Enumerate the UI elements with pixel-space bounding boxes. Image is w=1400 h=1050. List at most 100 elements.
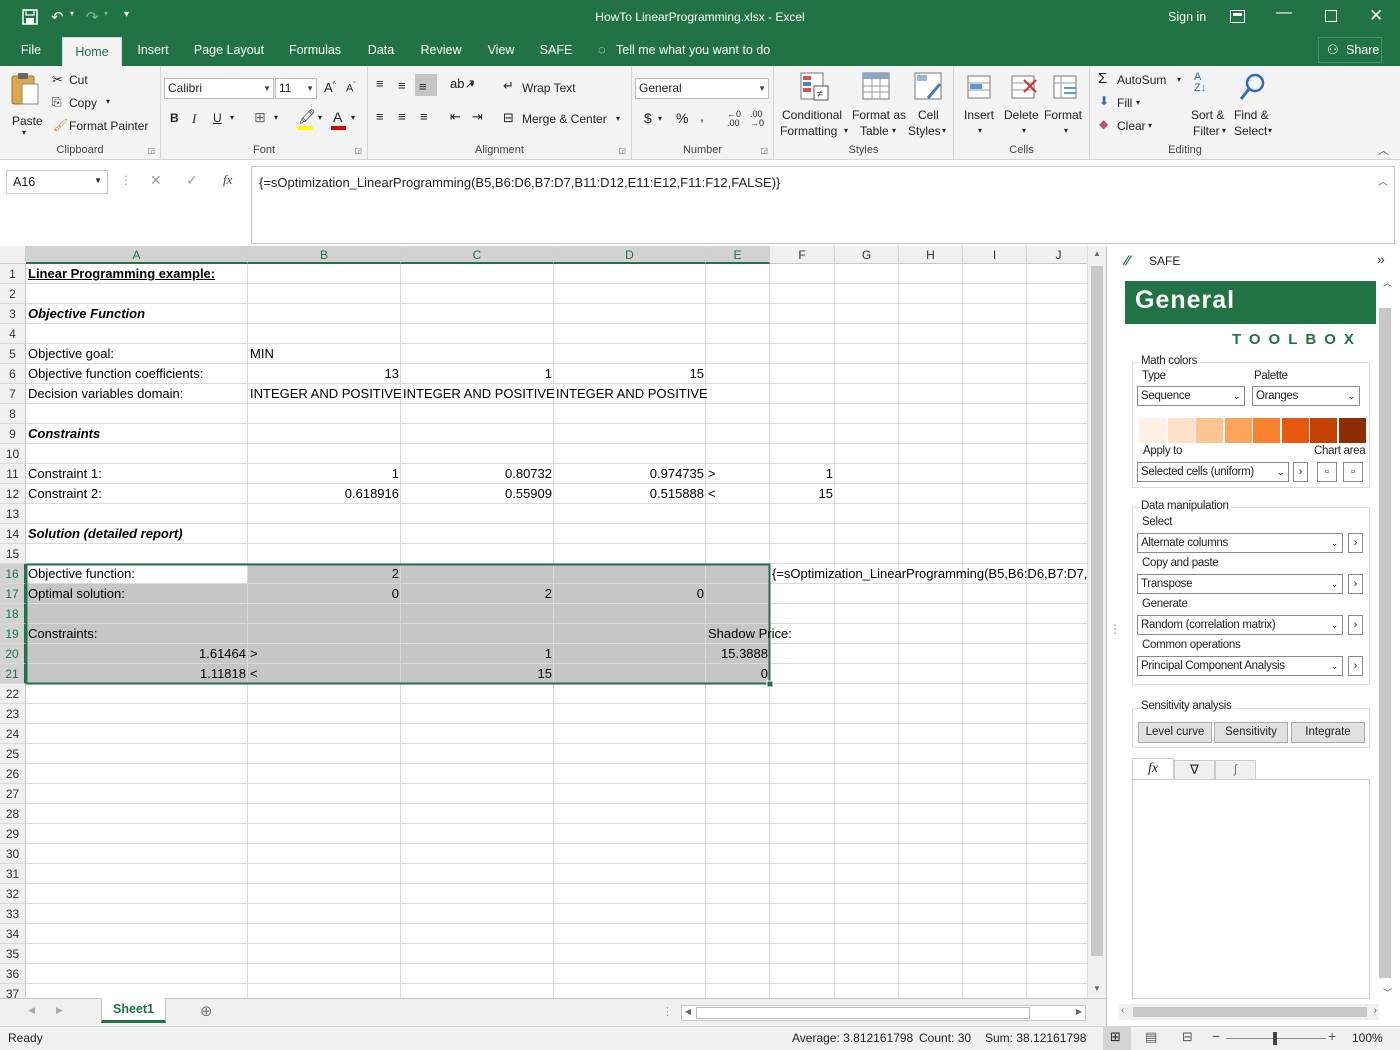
cut-button[interactable]: Cut — [69, 73, 88, 87]
cell-c6[interactable]: 1 — [401, 364, 554, 384]
cell-a12[interactable]: Constraint 2: — [26, 484, 104, 504]
chart-area-button-2[interactable]: ▫ — [1343, 462, 1363, 482]
font-size-combo[interactable]: 11 ▼ — [275, 78, 317, 99]
fx-tab-icon[interactable]: fx — [1132, 758, 1174, 779]
row-header-7[interactable]: 7 — [0, 384, 26, 404]
row-header-17[interactable]: 17 — [0, 584, 26, 604]
dialog-launcher-icon[interactable]: ◲ — [147, 146, 155, 155]
insert-function-icon[interactable]: fx — [223, 172, 232, 188]
sort-filter-button[interactable]: A Z↓ Sort & Filter ▾ — [1190, 70, 1230, 140]
worksheet-grid[interactable]: A B C D E F G H I J 1 2 3 4 5 6 7 8 9 10 11 12 13 14 15 16 17 18 19 2… — [0, 246, 1087, 998]
bold-icon[interactable]: B — [170, 111, 179, 125]
sheet-tab-sheet1[interactable]: Sheet1 — [101, 998, 166, 1023]
function-output-area[interactable] — [1132, 779, 1370, 999]
cell-a21[interactable]: 1.11818 — [26, 664, 248, 684]
zoom-level[interactable]: 100% — [1352, 1031, 1383, 1045]
insert-cells-button[interactable]: Insert ▾ — [958, 70, 1000, 140]
formula-input[interactable]: {=sOptimization_LinearProgramming(B5,B6:… — [251, 166, 1395, 244]
cell-d11[interactable]: 0.974735 — [554, 464, 706, 484]
horizontal-scrollbar[interactable]: ◀ ▶ — [681, 1005, 1086, 1021]
zoom-in-icon[interactable]: + — [1328, 1028, 1336, 1044]
borders-icon[interactable]: ⊞ — [254, 109, 266, 126]
cell-f11[interactable]: 1 — [770, 464, 835, 484]
cell-c12[interactable]: 0.55909 — [401, 484, 554, 504]
ribbon-display-icon[interactable] — [1230, 10, 1245, 23]
font-name-combo[interactable]: Calibri ▼ — [164, 78, 274, 99]
scroll-right-icon[interactable]: › — [1374, 1005, 1377, 1016]
cell-c11[interactable]: 0.80732 — [401, 464, 554, 484]
shrink-font-icon[interactable]: Aˇ — [346, 82, 356, 95]
share-button[interactable]: ⚇ Share — [1318, 37, 1382, 63]
row-header-8[interactable]: 8 — [0, 404, 26, 424]
integral-tab-icon[interactable]: ∫ — [1215, 760, 1256, 779]
cell-d7[interactable]: INTEGER AND POSITIVE — [554, 384, 710, 404]
cell-d17[interactable]: 0 — [554, 584, 706, 604]
new-sheet-icon[interactable]: ⊕ — [200, 1002, 213, 1020]
cell-f12[interactable]: 15 — [770, 484, 835, 504]
copy-button[interactable]: Copy — [69, 96, 97, 110]
row-header-16[interactable]: 16 — [0, 564, 26, 584]
hscroll-thumb[interactable] — [696, 1007, 1030, 1019]
row-header-11[interactable]: 11 — [0, 464, 26, 484]
cell-b17[interactable]: 0 — [248, 584, 401, 604]
page-break-view-icon[interactable]: ⊟ — [1182, 1029, 1193, 1045]
row-header-34[interactable]: 34 — [0, 924, 26, 944]
apply-to-select[interactable]: Selected cells (uniform) ⌄ — [1137, 462, 1289, 482]
pane-hscroll-thumb[interactable] — [1133, 1007, 1367, 1017]
dialog-launcher-icon[interactable]: ◲ — [618, 146, 626, 155]
align-middle-icon[interactable]: ≡ — [398, 78, 406, 93]
select-combo[interactable]: Alternate columns ⌄ — [1137, 533, 1343, 553]
number-format-combo[interactable]: General ▼ — [635, 78, 769, 99]
cell-styles-button[interactable]: Cell Styles ▾ — [906, 70, 952, 140]
cell-a9[interactable]: Constraints — [26, 424, 102, 444]
row-header-18[interactable]: 18 — [0, 604, 26, 624]
comma-icon[interactable]: , — [700, 108, 704, 124]
row-header-23[interactable]: 23 — [0, 704, 26, 724]
cancel-icon[interactable]: ✕ — [150, 172, 162, 189]
cell-b20[interactable]: > — [248, 644, 260, 664]
row-header-25[interactable]: 25 — [0, 744, 26, 764]
row-header-32[interactable]: 32 — [0, 884, 26, 904]
paste-button[interactable]: Paste ▾ — [6, 72, 46, 137]
collapse-formula-icon[interactable]: ︿ — [1378, 173, 1388, 188]
cell-a7[interactable]: Decision variables domain: — [26, 384, 185, 404]
align-center-icon[interactable]: ≡ — [398, 109, 406, 124]
grow-font-icon[interactable]: A^ — [324, 80, 336, 95]
format-cells-button[interactable]: Format ▾ — [1044, 70, 1088, 140]
cell-a19[interactable]: Constraints: — [26, 624, 99, 644]
column-header-g[interactable]: G — [835, 246, 899, 264]
cell-d12[interactable]: 0.515888 — [554, 484, 706, 504]
cell-c17[interactable]: 2 — [401, 584, 554, 604]
sensitivity-button[interactable]: Sensitivity — [1214, 722, 1288, 743]
pane-splitter-grip-icon[interactable]: ⋮ — [1109, 622, 1121, 636]
row-header-6[interactable]: 6 — [0, 364, 26, 384]
align-right-icon[interactable]: ≡ — [420, 109, 428, 124]
row-header-4[interactable]: 4 — [0, 324, 26, 344]
autosum-dropdown-icon[interactable]: ▾ — [1177, 75, 1181, 84]
merge-center-button[interactable]: Merge & Center — [522, 112, 607, 126]
row-header-21[interactable]: 21 — [0, 664, 26, 684]
dialog-launcher-icon[interactable]: ◲ — [760, 146, 768, 155]
column-header-e[interactable]: E — [706, 246, 770, 264]
generate-combo[interactable]: Random (correlation matrix) ⌄ — [1137, 615, 1343, 635]
row-header-1[interactable]: 1 — [0, 264, 26, 284]
select-go-button[interactable]: › — [1348, 533, 1363, 553]
row-header-29[interactable]: 29 — [0, 824, 26, 844]
currency-icon[interactable]: $ — [644, 110, 652, 126]
level-curve-button[interactable]: Level curve — [1138, 722, 1212, 743]
row-header-37[interactable]: 37 — [0, 984, 26, 998]
tab-review[interactable]: Review — [412, 34, 470, 66]
tell-me-search[interactable]: Tell me what you want to do — [616, 43, 770, 57]
sign-in-link[interactable]: Sign in — [1168, 10, 1206, 24]
tab-insert[interactable]: Insert — [128, 34, 178, 66]
font-color-icon[interactable]: A — [333, 109, 342, 125]
row-header-30[interactable]: 30 — [0, 844, 26, 864]
pane-scroll-down-icon[interactable]: ﹀ — [1383, 986, 1392, 999]
column-header-c[interactable]: C — [401, 246, 554, 264]
pane-scroll-up-icon[interactable]: ︿ — [1383, 276, 1392, 289]
scroll-left-icon[interactable]: ◀ — [685, 1007, 691, 1016]
cell-e12[interactable]: < — [706, 484, 718, 504]
cell-c21[interactable]: 15 — [401, 664, 554, 684]
align-left-icon[interactable]: ≡ — [376, 109, 384, 124]
prev-sheet-icon[interactable]: ◀ — [28, 1005, 35, 1016]
